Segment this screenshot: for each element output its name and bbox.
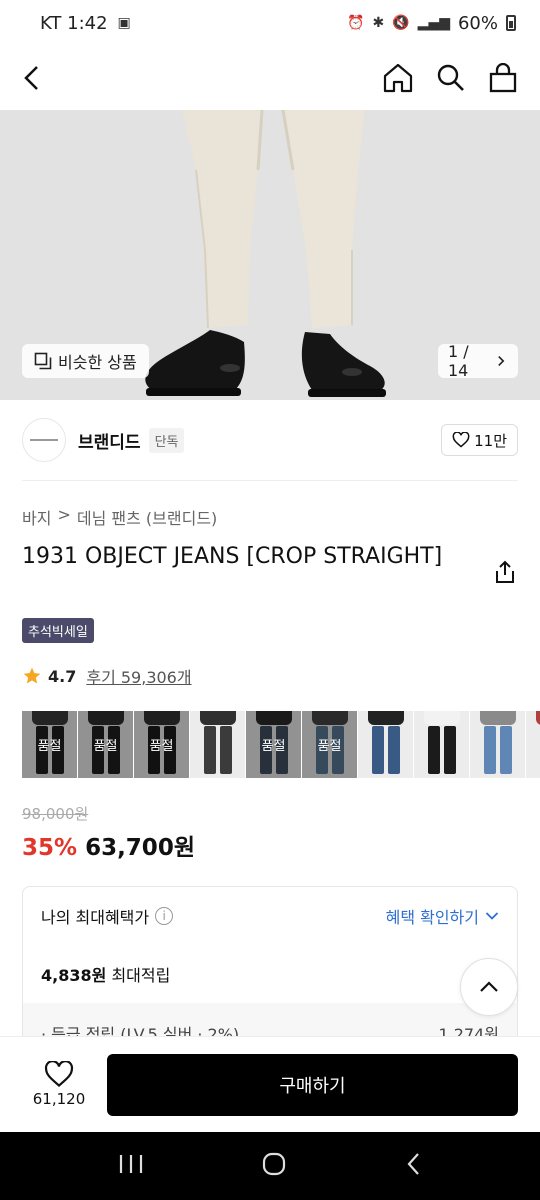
soldout-label: 품절 xyxy=(22,711,77,778)
similar-products-label: 비슷한 상품 xyxy=(58,353,137,372)
color-option-thumbnail[interactable]: 품절 xyxy=(246,711,302,778)
buy-button[interactable]: 구매하기 xyxy=(107,1053,518,1116)
star-icon xyxy=(23,667,41,684)
signal-icon: ▂▄▆ xyxy=(417,15,450,31)
share-icon xyxy=(496,560,514,583)
breadcrumb-separator: > xyxy=(57,505,71,524)
product-title: 1931 OBJECT JEANS [CROP STRAIGHT] xyxy=(22,544,443,569)
search-icon xyxy=(437,64,464,91)
color-option-thumbnail[interactable] xyxy=(470,711,526,778)
thumbnail-pants xyxy=(484,726,512,774)
sale-badge: 추석빅세일 xyxy=(22,618,94,643)
back-button[interactable] xyxy=(22,60,58,96)
brand-like-count: 11만 xyxy=(474,431,507,450)
wishlist-button[interactable]: 61,120 xyxy=(24,1061,94,1108)
info-icon[interactable]: i xyxy=(155,907,174,925)
divider xyxy=(22,480,518,481)
product-image[interactable]: 비슷한 상품 1 / 14 xyxy=(0,110,540,400)
home-button[interactable] xyxy=(382,62,414,94)
home-nav-button[interactable] xyxy=(261,1151,287,1181)
alarm-icon: ⏰ xyxy=(347,15,365,31)
color-options: 품절 품절 품절 품절 품절 xyxy=(22,711,540,778)
soldout-label: 품절 xyxy=(246,711,301,778)
similar-items-icon xyxy=(34,352,52,370)
color-option-thumbnail[interactable] xyxy=(358,711,414,778)
thumbnail-pants xyxy=(372,726,400,774)
benefit-header: 나의 최대혜택가 i 혜택 확인하기 xyxy=(23,887,517,945)
benefit-title: 나의 최대혜택가 xyxy=(41,908,150,927)
cart-button[interactable] xyxy=(488,63,518,93)
rating-row: 4.7 후기 59,306개 xyxy=(22,664,192,688)
brand-like-button[interactable]: 11만 xyxy=(441,424,518,456)
battery-percent: 60% xyxy=(457,12,498,34)
color-option-thumbnail[interactable] xyxy=(190,711,246,778)
similar-products-button[interactable]: 비슷한 상품 xyxy=(22,344,149,378)
system-navigation-bar xyxy=(0,1132,540,1200)
status-bar: KT 1:42 ▣ ⏰ ✱ 🔇 ▂▄▆ 60% xyxy=(0,0,540,46)
soldout-label: 품절 xyxy=(134,711,189,778)
max-points-amount: 4,838원 xyxy=(41,966,107,985)
gallery-icon: ▣ xyxy=(117,15,131,31)
top-nav xyxy=(0,46,540,110)
buy-button-label: 구매하기 xyxy=(279,1075,346,1097)
color-option-thumbnail[interactable]: 품절 xyxy=(134,711,190,778)
heart-icon xyxy=(452,432,470,448)
brand-row: 브랜디드 단독 11만 xyxy=(0,400,540,480)
soldout-label: 품절 xyxy=(302,711,357,778)
benefit-check-button[interactable]: 혜택 확인하기 xyxy=(386,904,499,928)
breadcrumb-subcategory[interactable]: 데님 팬츠 (브랜디드) xyxy=(77,505,217,529)
image-counter[interactable]: 1 / 14 xyxy=(438,342,518,380)
review-link[interactable]: 후기 59,306개 xyxy=(86,664,191,688)
max-points-label: 최대적립 xyxy=(111,966,171,985)
color-option-thumbnail[interactable]: 품절 xyxy=(78,711,134,778)
soldout-label: 품절 xyxy=(78,711,133,778)
recent-apps-button[interactable] xyxy=(118,1153,144,1179)
back-nav-button[interactable] xyxy=(404,1151,422,1181)
chevron-up-icon xyxy=(480,981,498,992)
chevron-right-icon xyxy=(498,355,505,367)
scroll-top-button[interactable] xyxy=(460,958,518,1016)
color-option-thumbnail[interactable] xyxy=(414,711,470,778)
buy-bar: 61,120 구매하기 xyxy=(0,1036,540,1132)
wishlist-count: 61,120 xyxy=(32,1090,86,1108)
sale-price: 63,700원 xyxy=(85,835,195,861)
battery-icon xyxy=(506,15,516,31)
home-icon xyxy=(383,63,413,93)
color-option-thumbnail[interactable]: 품절 xyxy=(302,711,358,778)
shopping-bag-icon xyxy=(489,63,517,93)
thumbnail-pants xyxy=(428,726,456,774)
thumbnail-top xyxy=(200,711,236,725)
brand-name[interactable]: 브랜디드 xyxy=(78,428,141,453)
original-price: 98,000원 xyxy=(22,805,89,823)
chevron-left-icon xyxy=(24,66,38,90)
status-time: KT 1:42 xyxy=(40,12,108,34)
thumbnail-top xyxy=(424,711,460,725)
home-circle-icon xyxy=(262,1152,286,1176)
color-option-thumbnail[interactable] xyxy=(526,711,540,778)
heart-icon xyxy=(44,1061,74,1088)
rating-score: 4.7 xyxy=(48,666,77,686)
share-button[interactable] xyxy=(494,560,516,588)
thumbnail-top xyxy=(368,711,404,725)
max-points-row: 4,838원 최대적립 xyxy=(23,945,517,1003)
breadcrumb-category[interactable]: 바지 xyxy=(22,505,51,529)
bluetooth-icon: ✱ xyxy=(372,15,385,31)
mute-icon: 🔇 xyxy=(392,15,410,31)
recent-apps-icon xyxy=(120,1155,143,1173)
exclusive-tag: 단독 xyxy=(148,427,185,453)
thumbnail-top xyxy=(480,711,516,725)
breadcrumb: 바지 > 데님 팬츠 (브랜디드) xyxy=(22,505,217,529)
image-counter-text: 1 / 14 xyxy=(448,342,469,380)
thumbnail-pants xyxy=(204,726,232,774)
brand-logo[interactable] xyxy=(22,418,66,462)
discount-rate: 35% xyxy=(22,835,78,861)
chevron-down-icon xyxy=(485,912,499,920)
color-option-thumbnail[interactable]: 품절 xyxy=(22,711,78,778)
benefit-check-label: 혜택 확인하기 xyxy=(385,908,479,927)
search-button[interactable] xyxy=(436,63,466,93)
thumbnail-top xyxy=(536,711,540,725)
back-arrow-icon xyxy=(407,1153,419,1175)
price-row: 35% 63,700원 xyxy=(22,828,195,862)
